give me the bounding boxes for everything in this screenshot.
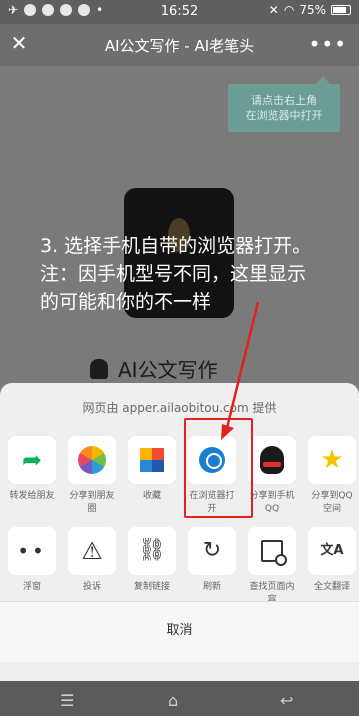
instruction-text: 3. 选择手机自带的浏览器打开。 注：因手机型号不同，这里显示 的可能和你的不一…: [40, 232, 359, 316]
favorite-icon-tile: [128, 436, 176, 484]
translate-button[interactable]: 文A 全文翻译: [308, 527, 356, 607]
moments-icon-tile: [68, 436, 116, 484]
share-icon: ➦: [21, 446, 43, 474]
more-icon[interactable]: •••: [309, 32, 347, 56]
status-bar: ✈ • 16:52 ✕ ◠ 75%: [0, 0, 359, 24]
mute-icon: ✕: [268, 3, 279, 17]
qq-icon: [260, 446, 284, 474]
item-label: 分享到朋友圈: [69, 491, 115, 514]
instruction-line: 3. 选择手机自带的浏览器打开。: [40, 235, 312, 257]
back-icon[interactable]: ↩: [280, 691, 293, 710]
battery-icon: [331, 5, 351, 15]
instruction-line: 的可能和你的不一样: [40, 291, 212, 313]
favorite-icon: [140, 448, 164, 472]
refresh-button[interactable]: ↻ 刷新: [188, 527, 236, 607]
item-label: 全文翻译: [313, 582, 350, 592]
share-to-moments-button[interactable]: 分享到朋友圈: [68, 436, 116, 516]
menu-icon[interactable]: ☰: [60, 691, 74, 710]
qzone-icon-tile: ★: [308, 436, 356, 484]
status-right-icons: ✕ ◠ 75%: [269, 3, 351, 17]
warning-icon-tile: ⚠: [68, 527, 116, 575]
sheet-header: 网页由 apper.ailaobitou.com 提供: [82, 401, 277, 415]
tooltip-line: 请点击右上角: [251, 94, 317, 107]
share-to-friend-button[interactable]: ➦ 转发给朋友: [8, 436, 56, 516]
translate-icon: 文A: [320, 543, 344, 558]
share-to-qzone-button[interactable]: ★ 分享到QQ空间: [308, 436, 356, 516]
share-row: ➦ 转发给朋友 分享到朋友圈 收藏 在浏览器打开 分享到手机QQ ★ 分享到QQ…: [8, 436, 356, 516]
instruction-line: 注：因手机型号不同，这里显示: [40, 263, 307, 285]
share-icon-tile: ➦: [8, 436, 56, 484]
find-in-page-button[interactable]: 查找页面内容: [248, 527, 296, 607]
cancel-button[interactable]: 取消: [0, 602, 359, 662]
item-label: 分享到QQ空间: [311, 491, 353, 514]
item-label: 转发给朋友: [9, 491, 55, 501]
battery-percent: 75%: [299, 3, 326, 17]
system-nav-bar: ☰ ⌂ ↩: [0, 681, 359, 716]
close-icon[interactable]: ✕: [8, 32, 30, 54]
refresh-icon-tile: ↻: [188, 527, 236, 575]
float-window-icon: ••: [17, 539, 47, 563]
tooltip-line: 在浏览器中打开: [245, 109, 323, 122]
item-label: 复制链接: [133, 582, 170, 592]
item-label: 收藏: [142, 491, 161, 501]
qq-icon-tile: [248, 436, 296, 484]
wifi-icon: ◠: [283, 3, 295, 17]
share-sheet: 网页由 apper.ailaobitou.com 提供 ➦ 转发给朋友 分享到朋…: [0, 383, 359, 681]
title-bar: ✕ AI公文写作 - AI老笔头 •••: [0, 24, 359, 66]
item-label: 投诉: [82, 582, 101, 592]
page-title: AI公文写作 - AI老笔头: [104, 37, 255, 55]
item-label: 刷新: [202, 582, 221, 592]
favorite-button[interactable]: 收藏: [128, 436, 176, 516]
float-window-button[interactable]: •• 浮窗: [8, 527, 56, 607]
app-name-line: AI公文写作: [90, 354, 218, 383]
qzone-icon: ★: [320, 445, 344, 475]
highlight-box: [184, 418, 253, 518]
complain-button[interactable]: ⚠ 投诉: [68, 527, 116, 607]
home-icon[interactable]: ⌂: [168, 691, 178, 710]
link-icon: ⛓: [138, 538, 166, 563]
app-name: AI公文写作: [118, 358, 218, 382]
share-to-qq-button[interactable]: 分享到手机QQ: [248, 436, 296, 516]
open-in-browser-tooltip: 请点击右上角 在浏览器中打开: [228, 76, 340, 132]
android-icon: [90, 358, 108, 379]
search-page-icon: [261, 540, 287, 566]
float-window-icon-tile: ••: [8, 527, 56, 575]
copy-link-button[interactable]: ⛓ 复制链接: [128, 527, 176, 607]
tools-row: •• 浮窗 ⚠ 投诉 ⛓ 复制链接 ↻ 刷新 查找页面内容 文A 全文翻译: [8, 527, 356, 607]
link-icon-tile: ⛓: [128, 527, 176, 575]
translate-icon-tile: 文A: [308, 527, 356, 575]
refresh-icon: ↻: [202, 538, 222, 563]
moments-icon: [78, 446, 106, 474]
item-label: 分享到手机QQ: [249, 491, 295, 514]
webpage-content: 请点击右上角 在浏览器中打开 AI公文写作: [0, 66, 359, 386]
search-page-icon-tile: [248, 527, 296, 575]
warning-icon: ⚠: [81, 537, 103, 565]
item-label: 浮窗: [22, 582, 41, 592]
